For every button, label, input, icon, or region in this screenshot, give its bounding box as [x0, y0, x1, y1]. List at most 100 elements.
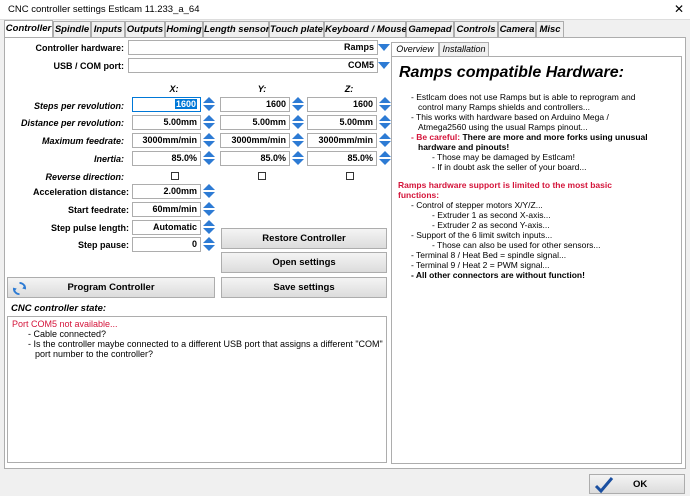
overview-line-15: - Those can also be used for other senso… — [432, 240, 601, 250]
tab-controls[interactable]: Controls — [454, 21, 498, 37]
inertia-y-input[interactable]: 85.0% — [220, 151, 290, 166]
port-select[interactable]: COM5 — [128, 58, 378, 73]
inertia-label: Inertia: — [93, 154, 124, 164]
tab-outputs[interactable]: Outputs — [125, 21, 165, 37]
steps-x-spinner[interactable] — [203, 97, 215, 112]
chevron-down-icon[interactable] — [378, 44, 390, 51]
axis-x-header: X: — [169, 84, 179, 94]
overview-line-6: hardware and pinouts! — [418, 142, 510, 152]
overview-line-7: - Those may be damaged by Estlcam! — [432, 152, 575, 162]
hardware-select[interactable]: Ramps — [128, 40, 378, 55]
pulse-input[interactable]: Automatic — [132, 220, 201, 235]
pause-input[interactable]: 0 — [132, 237, 201, 252]
distance-y-spinner[interactable] — [292, 115, 304, 130]
tab-overview[interactable]: Overview — [391, 42, 439, 56]
steps-z-input[interactable]: 1600 — [307, 97, 377, 112]
settings-window: CNC controller settings Estlcam 11.233_a… — [0, 0, 690, 496]
overview-line-2: control many Ramps shields and controlle… — [418, 102, 590, 112]
reverse-z-checkbox[interactable] — [346, 172, 354, 180]
pulse-spinner[interactable] — [203, 220, 215, 235]
state-label: CNC controller state: — [11, 303, 107, 314]
inertia-z-input[interactable]: 85.0% — [307, 151, 377, 166]
checkmark-icon — [594, 477, 614, 494]
feedrate-label: Maximum feedrate: — [41, 136, 124, 146]
ok-label: OK — [633, 479, 648, 490]
close-icon[interactable]: ✕ — [674, 2, 684, 16]
tab-installation[interactable]: Installation — [439, 42, 489, 56]
tab-keyboard-mouse[interactable]: Keyboard / Mouse — [324, 21, 407, 37]
inertia-x-spinner[interactable] — [203, 151, 215, 166]
distance-label: Distance per revolution: — [20, 118, 124, 128]
state-line-2: - Cable connected? — [28, 329, 107, 339]
overview-line-17: - Terminal 9 / Heat 2 = PWM signal... — [411, 260, 550, 270]
restore-controller-button[interactable]: Restore Controller — [221, 228, 387, 249]
start-feedrate-input[interactable]: 60mm/min — [132, 202, 201, 217]
overview-line-13: - Extruder 2 as second Y-axis... — [432, 220, 550, 230]
steps-y-input[interactable]: 1600 — [220, 97, 290, 112]
tab-misc[interactable]: Misc — [536, 21, 564, 37]
distance-x-spinner[interactable] — [203, 115, 215, 130]
state-line-4: port number to the controller? — [35, 349, 154, 359]
distance-y-input[interactable]: 5.00mm — [220, 115, 290, 130]
ok-button[interactable]: OK — [589, 474, 685, 494]
reverse-x-checkbox[interactable] — [171, 172, 179, 180]
feedrate-x-spinner[interactable] — [203, 133, 215, 148]
inertia-y-spinner[interactable] — [292, 151, 304, 166]
program-controller-button[interactable]: Program Controller — [7, 277, 215, 298]
accel-input[interactable]: 2.00mm — [132, 184, 201, 199]
feedrate-y-input[interactable]: 3000mm/min — [220, 133, 290, 148]
start-feedrate-spinner[interactable] — [203, 202, 215, 217]
tab-camera[interactable]: Camera — [498, 21, 536, 37]
start-feedrate-label: Start feedrate: — [67, 205, 129, 215]
tab-homing[interactable]: Homing — [165, 21, 203, 37]
distance-z-input[interactable]: 5.00mm — [307, 115, 377, 130]
overview-line-4: Atmega2560 using the usual Ramps pinout.… — [418, 122, 588, 132]
overview-line-3: - This works with hardware based on Ardu… — [411, 112, 609, 122]
reverse-label: Reverse direction: — [45, 172, 124, 182]
title-bar: CNC controller settings Estlcam 11.233_a… — [0, 0, 690, 20]
pulse-label: Step pulse length: — [50, 223, 129, 233]
accel-spinner[interactable] — [203, 184, 215, 199]
port-label: USB / COM port: — [53, 61, 125, 71]
steps-z-spinner[interactable] — [379, 97, 391, 112]
overview-line-14: - Support of the 6 limit switch inputs..… — [411, 230, 553, 240]
axis-z-header: Z: — [344, 84, 354, 94]
chevron-down-icon[interactable] — [378, 62, 390, 69]
overview-line-12: - Extruder 1 as second X-axis... — [432, 210, 551, 220]
tab-spindle[interactable]: Spindle — [53, 21, 91, 37]
distance-x-input[interactable]: 5.00mm — [132, 115, 201, 130]
window-title: CNC controller settings Estlcam 11.233_a… — [8, 4, 200, 15]
open-settings-button[interactable]: Open settings — [221, 252, 387, 273]
save-settings-button[interactable]: Save settings — [221, 277, 387, 298]
pause-label: Step pause: — [77, 240, 129, 250]
state-line-1: Port COM5 not available... — [12, 319, 118, 329]
tab-touch-plate[interactable]: Touch plate — [269, 21, 324, 37]
accel-label: Acceleration distance: — [32, 187, 129, 197]
overview-line-8: - If in doubt ask the seller of your boa… — [432, 162, 587, 172]
tab-inputs[interactable]: Inputs — [91, 21, 125, 37]
overview-line-18: - All other connectors are without funct… — [411, 270, 585, 280]
overview-box: Ramps compatible Hardware: - Estlcam doe… — [391, 56, 682, 464]
feedrate-y-spinner[interactable] — [292, 133, 304, 148]
program-controller-label: Program Controller — [67, 282, 155, 293]
distance-z-spinner[interactable] — [379, 115, 391, 130]
inertia-x-input[interactable]: 85.0% — [132, 151, 201, 166]
tab-length-sensor[interactable]: Length sensor — [203, 21, 269, 37]
bottom-bar — [0, 469, 690, 496]
refresh-icon — [12, 281, 27, 296]
steps-y-spinner[interactable] — [292, 97, 304, 112]
feedrate-z-spinner[interactable] — [379, 133, 391, 148]
state-line-3: - Is the controller maybe connected to a… — [28, 339, 383, 349]
hardware-label: Controller hardware: — [35, 43, 124, 53]
inertia-z-spinner[interactable] — [379, 151, 391, 166]
pause-spinner[interactable] — [203, 237, 215, 252]
reverse-y-checkbox[interactable] — [258, 172, 266, 180]
tab-controller[interactable]: Controller — [4, 20, 53, 38]
tab-gamepad[interactable]: Gamepad — [406, 21, 454, 37]
overview-heading: Ramps compatible Hardware: — [399, 64, 624, 81]
state-box: Port COM5 not available... - Cable conne… — [7, 316, 387, 463]
steps-x-input[interactable]: 1600 — [132, 97, 201, 112]
overview-line-5: - Be careful: There are more and more fo… — [411, 132, 648, 142]
feedrate-x-input[interactable]: 3000mm/min — [132, 133, 201, 148]
feedrate-z-input[interactable]: 3000mm/min — [307, 133, 377, 148]
